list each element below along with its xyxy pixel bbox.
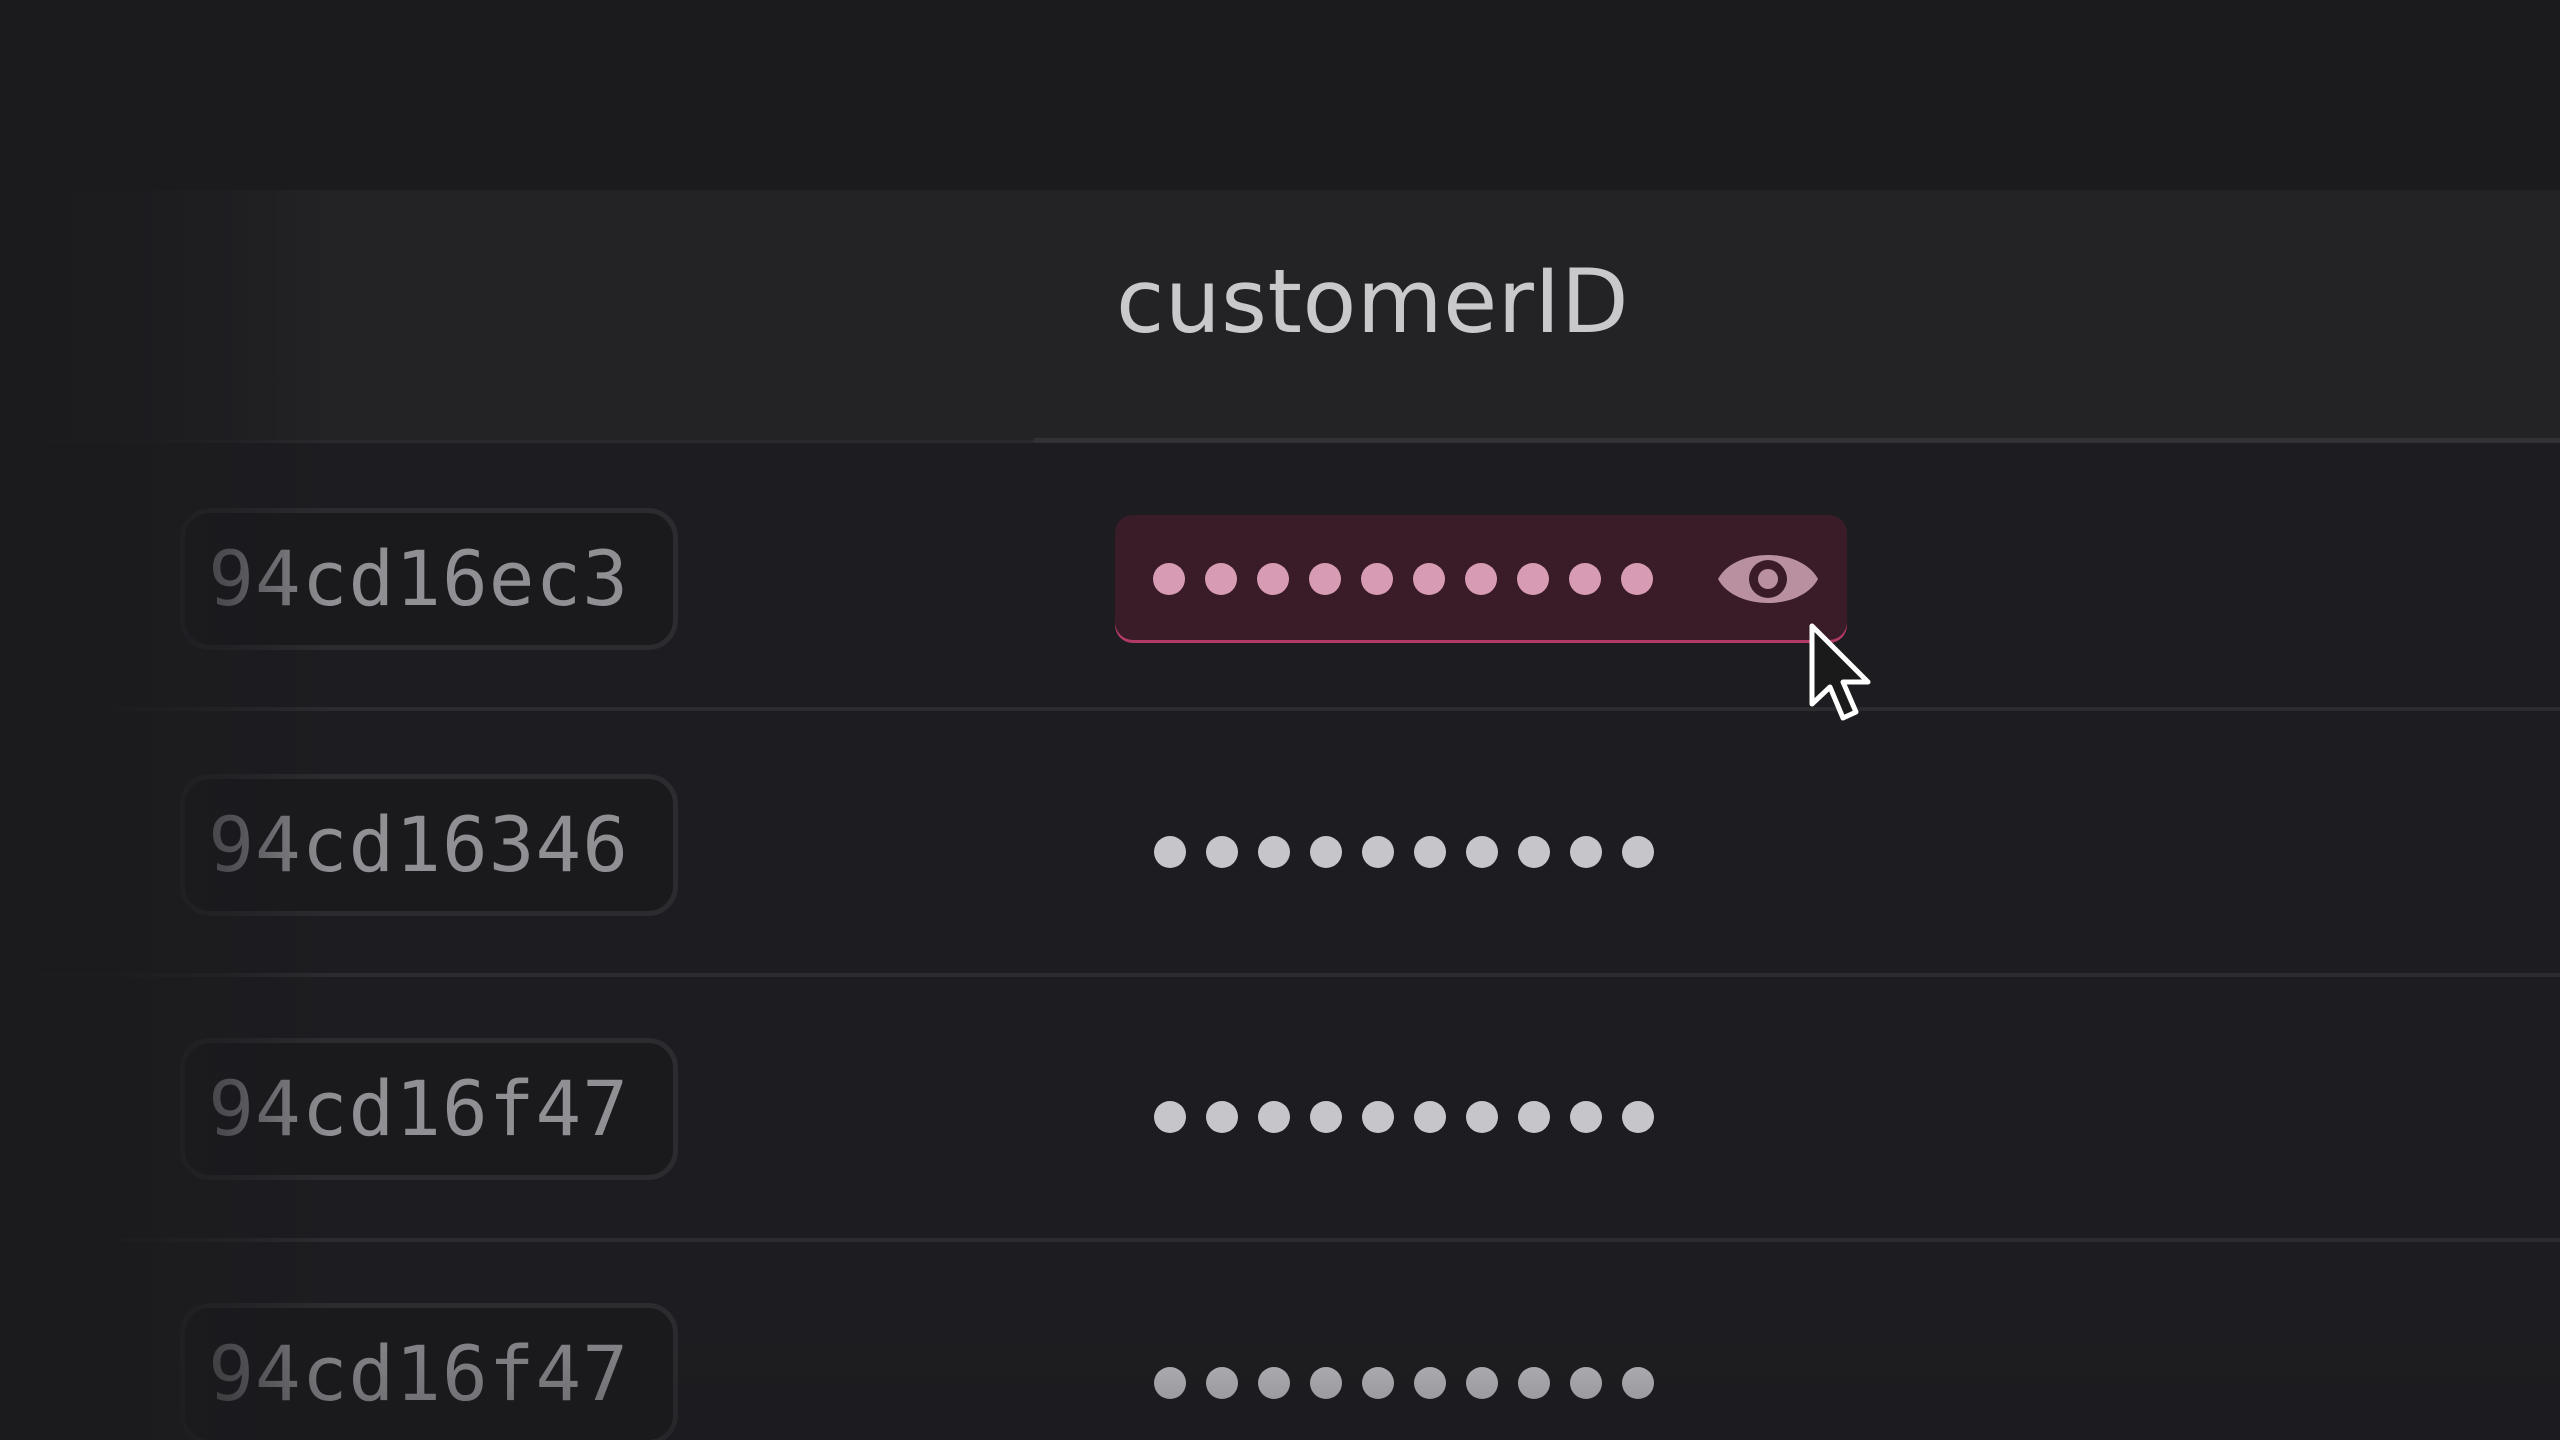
masked-customerid-cell[interactable]	[1154, 1101, 1654, 1133]
header-divider-left	[0, 440, 1034, 443]
mask-dot	[1414, 836, 1446, 868]
mask-dot	[1257, 563, 1289, 595]
mask-dot	[1154, 836, 1186, 868]
mask-dot	[1258, 836, 1290, 868]
mask-dot	[1206, 1367, 1238, 1399]
row-id: 94cd16f47	[208, 1329, 629, 1418]
mask-dot	[1622, 836, 1654, 868]
row-id: 94cd16f47	[208, 1064, 629, 1153]
mask-dot	[1310, 1367, 1342, 1399]
masked-customerid-cell[interactable]	[1154, 836, 1654, 868]
mask-dot	[1154, 1367, 1186, 1399]
mask-dot	[1362, 1101, 1394, 1133]
mask-dot	[1466, 1101, 1498, 1133]
mask-dot	[1466, 1367, 1498, 1399]
row-id-pill: 94cd16f47	[180, 1038, 678, 1180]
row-id: 94cd16346	[208, 800, 629, 889]
row-divider	[0, 973, 2560, 977]
mask-dot	[1362, 1367, 1394, 1399]
mask-dot	[1569, 563, 1601, 595]
column-header-customerid[interactable]: customerID	[1116, 258, 1629, 346]
masked-value	[1153, 563, 1653, 595]
app-canvas: customerID 94cd16ec3 94cd16346 94cd16f47…	[0, 0, 2560, 1440]
mask-dot	[1621, 563, 1653, 595]
mask-dot	[1414, 1101, 1446, 1133]
mask-dot	[1518, 1101, 1550, 1133]
mask-dot	[1362, 836, 1394, 868]
mask-dot	[1570, 1101, 1602, 1133]
mask-dot	[1622, 1367, 1654, 1399]
mask-dot	[1517, 563, 1549, 595]
mask-dot	[1154, 1101, 1186, 1133]
row-id-pill: 94cd16346	[180, 774, 678, 916]
mask-dot	[1570, 836, 1602, 868]
mask-dot	[1153, 563, 1185, 595]
reveal-value-button[interactable]	[1715, 539, 1821, 619]
row-id-pill: 94cd16f47	[180, 1303, 678, 1440]
mask-dot	[1206, 1101, 1238, 1133]
mask-dot	[1414, 1367, 1446, 1399]
mask-dot	[1310, 836, 1342, 868]
row-divider	[0, 1238, 2560, 1242]
mask-dot	[1413, 563, 1445, 595]
mask-dot	[1622, 1101, 1654, 1133]
row-divider	[0, 707, 2560, 711]
mask-dot	[1465, 563, 1497, 595]
eye-icon	[1718, 555, 1818, 603]
mask-dot	[1206, 836, 1238, 868]
mouse-cursor-icon	[1809, 623, 1871, 721]
mask-dot	[1309, 563, 1341, 595]
mask-dot	[1570, 1367, 1602, 1399]
header-divider	[1034, 438, 2560, 443]
mask-dot	[1258, 1101, 1290, 1133]
mask-dot	[1258, 1367, 1290, 1399]
row-id-pill: 94cd16ec3	[180, 508, 678, 650]
mask-dot	[1205, 563, 1237, 595]
masked-customerid-cell[interactable]	[1154, 1367, 1654, 1399]
masked-customerid-cell-hovered[interactable]	[1115, 515, 1847, 643]
mask-dot	[1518, 836, 1550, 868]
mask-dot	[1518, 1367, 1550, 1399]
mask-dot	[1466, 836, 1498, 868]
mask-dot	[1361, 563, 1393, 595]
mask-dot	[1310, 1101, 1342, 1133]
row-id: 94cd16ec3	[208, 534, 629, 623]
